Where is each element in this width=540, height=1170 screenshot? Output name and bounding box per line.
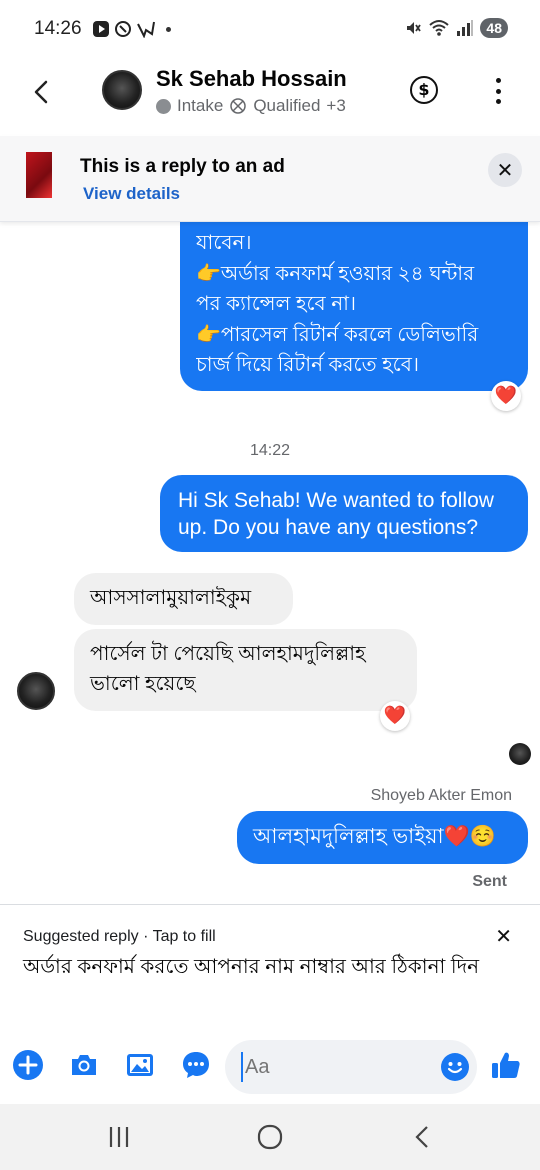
conversation-header: Sk Sehab Hossain Intake Qualified +3 $: [0, 60, 540, 138]
thumbs-up-icon: [492, 1052, 520, 1078]
system-back-button[interactable]: [408, 1122, 438, 1152]
mute-icon: [407, 22, 422, 34]
smiley-icon: [447, 1062, 463, 1074]
camera-icon: [72, 1055, 96, 1075]
message-input-container: [225, 1040, 477, 1094]
media-play-icon: [93, 21, 109, 37]
camera-button[interactable]: [68, 1049, 100, 1081]
ad-banner-title: This is a reply to an ad: [80, 156, 285, 177]
incoming-message[interactable]: পার্সেল টা পেয়েছি আলহামদুলিল্লাহ ভালো হ…: [74, 629, 417, 711]
status-right-icons: 48: [404, 18, 508, 38]
system-navigation-bar: [0, 1104, 540, 1170]
image-icon: [127, 1054, 153, 1076]
gallery-button[interactable]: [124, 1049, 156, 1081]
plus-circle-icon: [13, 1050, 43, 1080]
home-button[interactable]: [255, 1122, 285, 1152]
view-details-link[interactable]: View details: [83, 184, 180, 204]
sender-name: Shoyeb Akter Emon: [370, 787, 512, 804]
status-bar: 14:26 48: [0, 0, 540, 60]
divider: [0, 904, 540, 905]
heart-reaction-icon[interactable]: ❤️: [380, 701, 410, 731]
outgoing-message[interactable]: আলহামদুলিল্লাহ ভাইয়া❤️☺️: [237, 811, 528, 864]
emoji-button[interactable]: [441, 1053, 469, 1081]
message-line: পর ক্যান্সেল হবে না।: [196, 293, 357, 315]
message-line: যাবেন।: [196, 232, 252, 254]
payment-dollar-icon[interactable]: $: [410, 76, 438, 104]
message-line: 👉অর্ডার কনফার্ম হওয়ার ২৪ ঘন্টার: [196, 262, 475, 285]
label-dot-icon: [156, 98, 171, 114]
whatsapp-icon: [115, 21, 131, 37]
close-suggestion-button[interactable]: ✕: [495, 924, 512, 948]
ad-thumbnail[interactable]: [26, 152, 52, 198]
more-dot-icon: [495, 78, 501, 83]
status-time: 14:26: [34, 18, 82, 39]
contact-avatar[interactable]: [102, 70, 142, 110]
recent-apps-button[interactable]: [104, 1122, 134, 1152]
home-circle-icon: [257, 1124, 283, 1150]
back-chevron-icon: [415, 1126, 428, 1148]
battery-badge: 48: [480, 18, 508, 38]
app-notification-icon: [137, 21, 155, 38]
outgoing-message[interactable]: Hi Sk Sehab! We wanted to follow up. Do …: [160, 475, 528, 552]
seen-receipt-avatar: [509, 743, 531, 765]
recent-apps-icon: [109, 1127, 129, 1147]
wifi-icon: [429, 20, 450, 36]
label-intake: Intake: [177, 96, 224, 115]
more-notifications-dot: [166, 26, 171, 32]
message-line: 👉পারসেল রিটার্ন করলে ডেলিভারি: [196, 323, 479, 346]
more-dot-icon: [495, 88, 501, 94]
saved-replies-button[interactable]: [180, 1049, 212, 1081]
label-qualified: Qualified: [253, 96, 321, 115]
message-input[interactable]: [241, 1052, 431, 1082]
status-left-icons: [92, 20, 171, 38]
more-options-button[interactable]: [488, 78, 508, 104]
message-line: চার্জ দিয়ে রিটার্ন করতে হবে।: [196, 354, 419, 376]
message-timestamp: 14:22: [249, 442, 291, 459]
like-button[interactable]: [490, 1049, 522, 1081]
sent-status: Sent: [472, 873, 507, 890]
contact-name[interactable]: Sk Sehab Hossain: [156, 66, 347, 92]
ad-reply-banner: This is a reply to an ad View details ✕: [0, 136, 540, 222]
signal-icon: [457, 20, 474, 36]
contact-labels[interactable]: Intake Qualified +3: [156, 96, 346, 116]
chat-bubble-icon: [183, 1052, 209, 1078]
outgoing-message[interactable]: যাবেন। 👉অর্ডার কনফার্ম হওয়ার ২৪ ঘন্টার …: [180, 200, 528, 391]
contact-avatar-small[interactable]: [17, 672, 55, 710]
back-button[interactable]: [26, 76, 58, 108]
close-ad-banner-button[interactable]: ✕: [488, 153, 522, 187]
heart-reaction-icon[interactable]: ❤️: [491, 381, 521, 411]
label-more-count: +3: [326, 96, 346, 115]
suggested-reply-heading: Suggested reply · Tap to fill: [23, 928, 216, 945]
suggested-reply-text[interactable]: অর্ডার কনফার্ম করতে আপনার নাম নাম্বার আর…: [23, 953, 523, 982]
qualified-label-icon: [230, 98, 247, 114]
chevron-left-icon: [34, 80, 48, 104]
add-button[interactable]: [12, 1049, 44, 1081]
more-dot-icon: [495, 99, 501, 104]
message-composer: [0, 1037, 540, 1097]
incoming-message[interactable]: আসসালামুয়ালাইকুম: [74, 573, 293, 625]
